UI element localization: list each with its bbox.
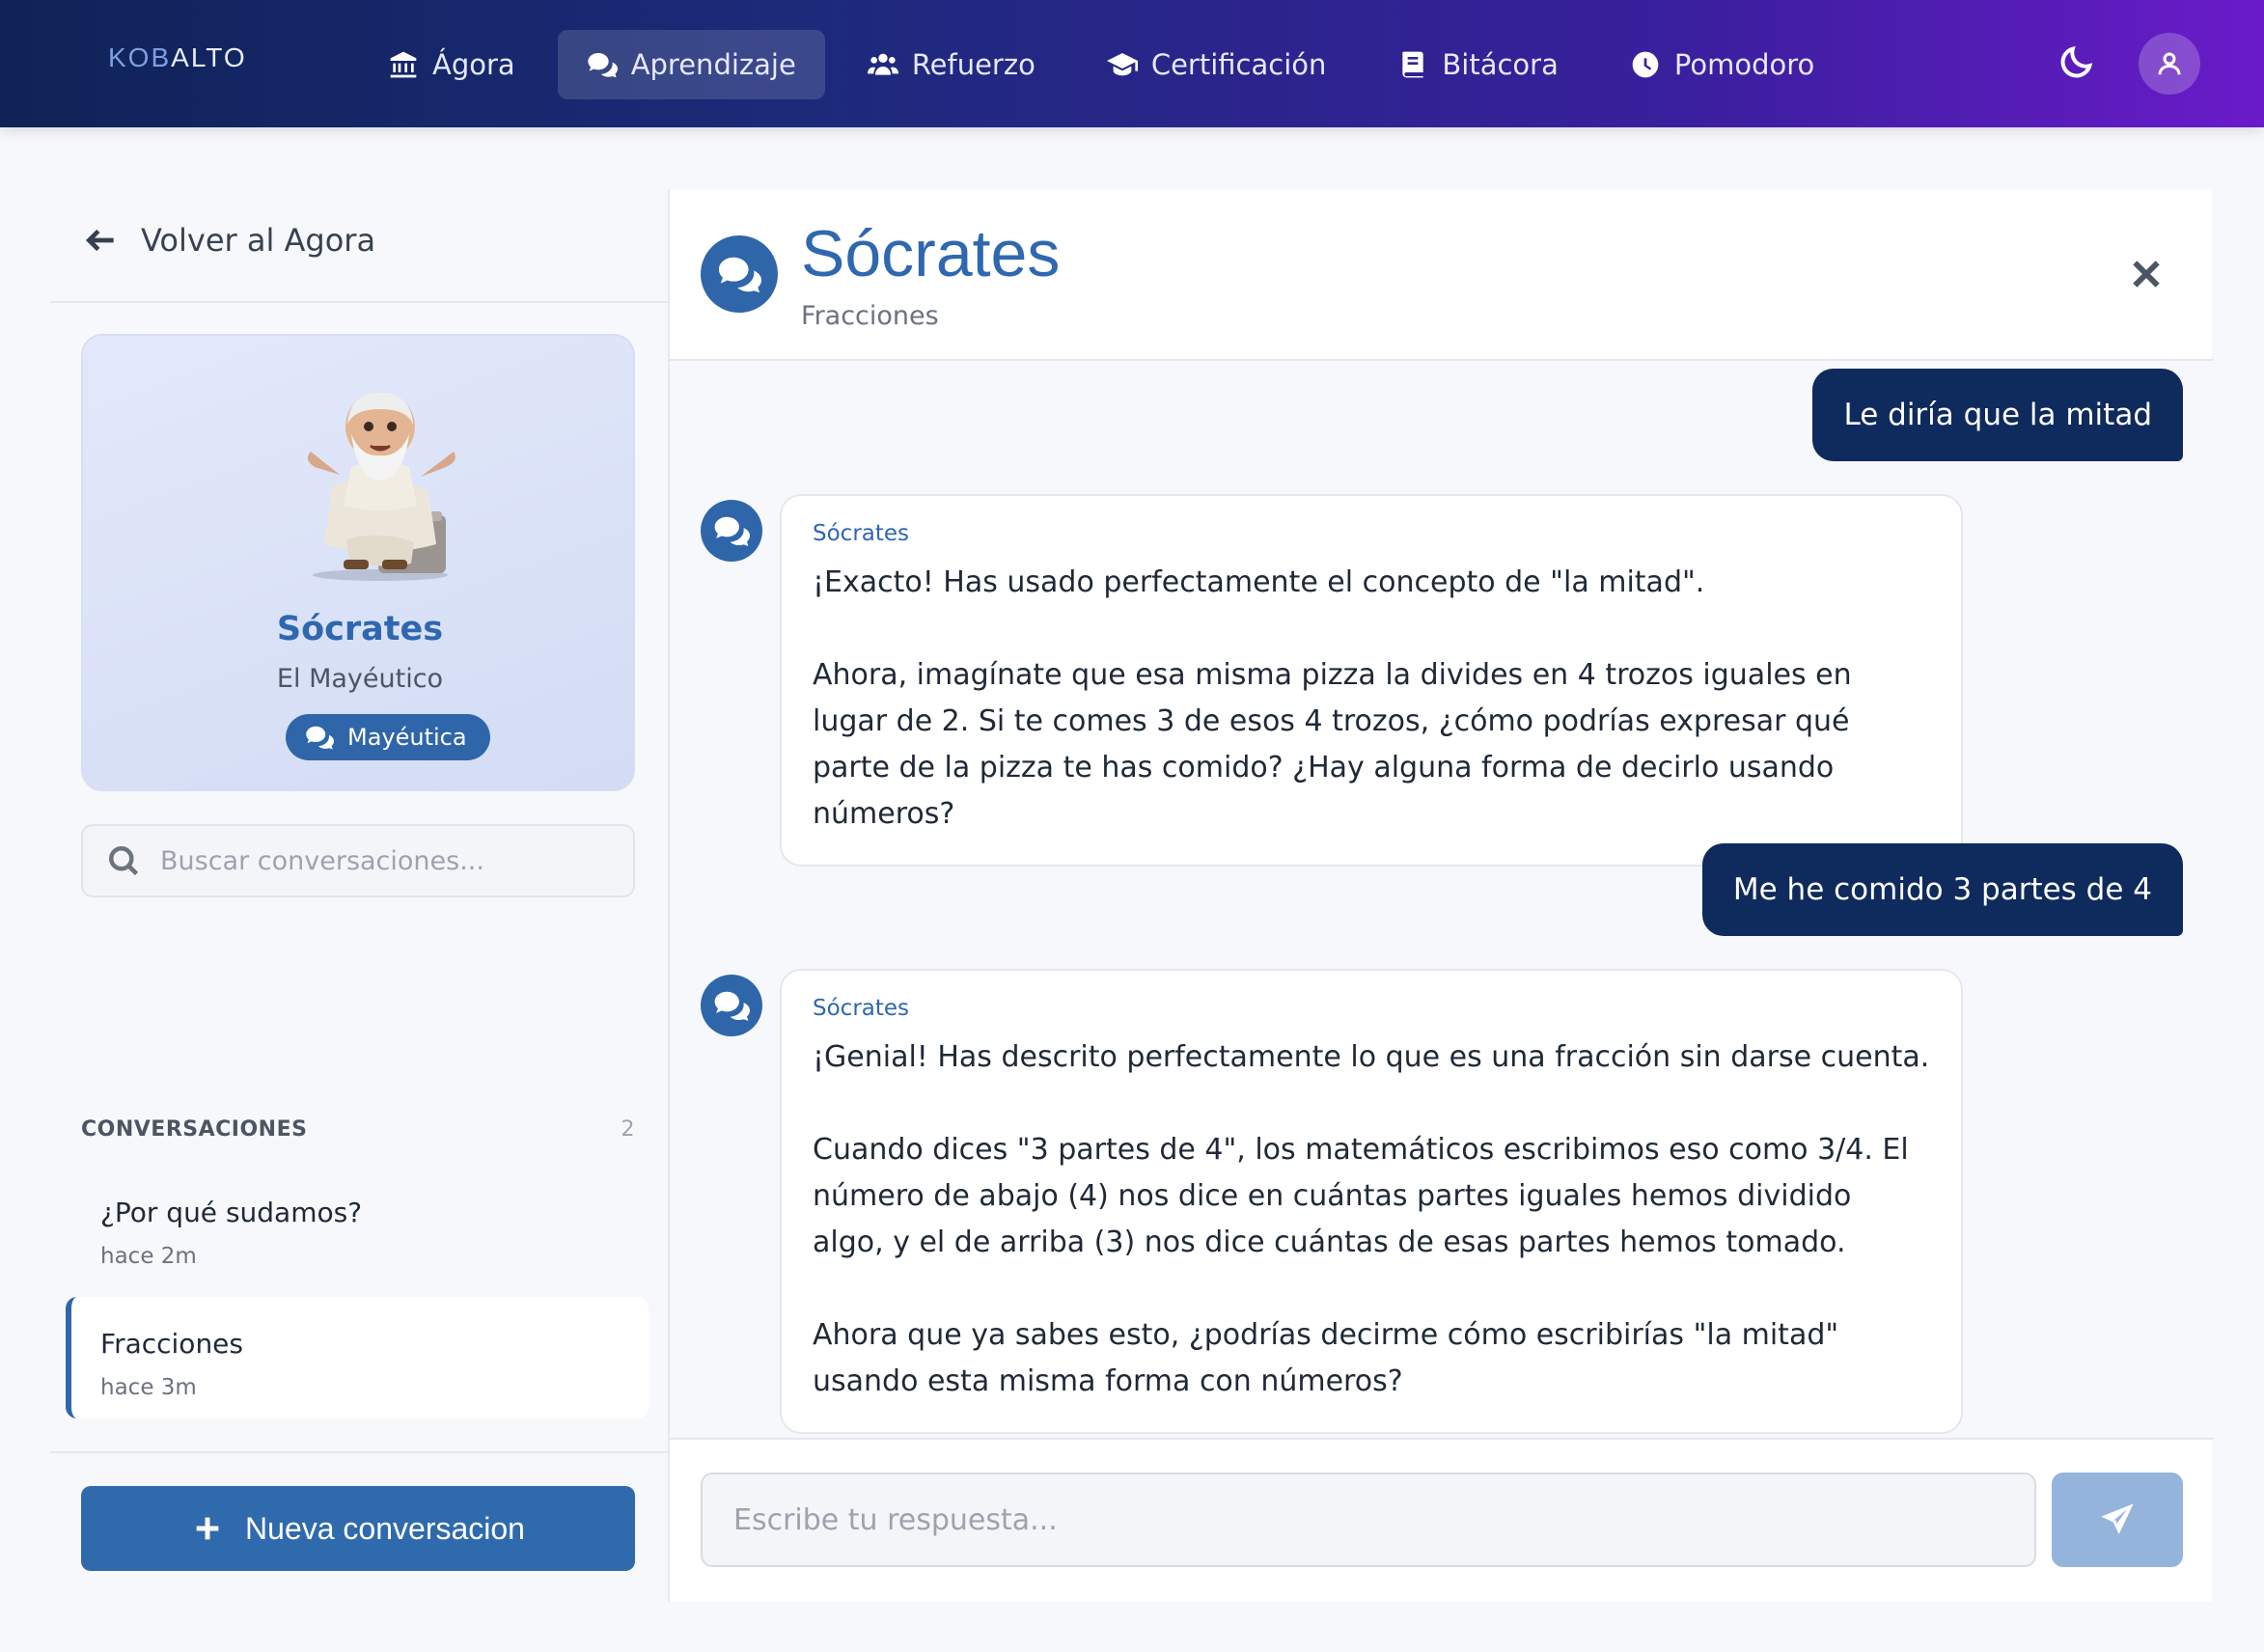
new-conversation-button[interactable]: Nueva conversacion (81, 1486, 635, 1571)
close-chat-button[interactable] (2127, 255, 2166, 293)
tutor-avatar (701, 500, 762, 562)
user-message: Le diría que la mitad (1812, 369, 2183, 461)
nav-item-label: Aprendizaje (630, 48, 796, 81)
chat-footer-divider (670, 1438, 2214, 1440)
brand-logo[interactable]: KOBALTO (108, 42, 247, 73)
tutor-subtitle: El Mayéutico (276, 664, 444, 694)
bot-message-bubble: Sócrates ¡Exacto! Has usado perfectament… (780, 494, 1963, 867)
nav-item-label: Certificación (1150, 48, 1327, 81)
dark-mode-toggle[interactable] (2057, 42, 2096, 85)
conversations-header-label: CONVERSACIONES (81, 1117, 308, 1142)
conversation-time: hace 3m (100, 1375, 197, 1400)
send-button[interactable] (2052, 1473, 2183, 1567)
clock-icon (1632, 51, 1659, 78)
chat-bubbles-icon (714, 991, 750, 1021)
chat-bubbles-icon (714, 516, 750, 546)
plus-icon (196, 1517, 219, 1540)
chat-bubbles-icon (306, 726, 334, 750)
bot-message-paragraph: Cuando dices "3 partes de 4", los matemá… (813, 1133, 1909, 1259)
user-menu-button[interactable] (2139, 33, 2200, 95)
conversation-item-active[interactable]: Fracciones hace 3m (66, 1297, 649, 1418)
top-navbar: KOBALTO Ágora Aprendizaje Refuerzo Certi… (0, 0, 2264, 127)
sidebar-divider (50, 1451, 668, 1453)
chat-title: Sócrates (801, 217, 1061, 290)
chat-bubbles-icon (718, 257, 761, 293)
nav-item-label: Ágora (432, 48, 515, 81)
tutor-avatar (701, 975, 762, 1036)
user-message-text: Le diría que la mitad (1843, 398, 2152, 432)
top-right-actions (2057, 33, 2200, 95)
main-nav: Ágora Aprendizaje Refuerzo Certificación… (359, 30, 1857, 99)
back-link-label: Volver al Agora (141, 222, 376, 259)
conversations-count: 2 (621, 1117, 635, 1142)
bot-message-paragraph: Ahora que ya sabes esto, ¿podrías decirm… (813, 1318, 1839, 1398)
conversation-search (81, 824, 635, 897)
nav-item-aprendizaje[interactable]: Aprendizaje (557, 30, 825, 99)
conversation-time: hace 2m (100, 1244, 197, 1269)
message-list[interactable]: Le diría que la mitad Sócrates ¡Exacto! … (670, 361, 2214, 1438)
user-message: Me he comido 3 partes de 4 (1701, 843, 2183, 936)
back-to-agora-link[interactable]: Volver al Agora (83, 222, 375, 259)
reply-input[interactable] (701, 1473, 2036, 1567)
chat-bubbles-icon (588, 53, 618, 78)
bot-message-sender: Sócrates (813, 996, 910, 1021)
user-icon (2158, 52, 2181, 75)
tutor-method-badge: Mayéutica (286, 714, 490, 760)
nav-item-label: Pomodoro (1673, 48, 1815, 81)
landmark-icon (390, 51, 417, 78)
book-icon (1402, 51, 1424, 78)
user-message-text: Me he comido 3 partes de 4 (1732, 872, 2152, 907)
bot-message-text: ¡Genial! Has descrito perfectamente lo q… (813, 1034, 1930, 1405)
chat-subtitle: Fracciones (801, 301, 939, 331)
brand-logo-prefix: KOB (108, 42, 172, 72)
nav-item-refuerzo[interactable]: Refuerzo (839, 30, 1064, 99)
arrow-left-icon (85, 229, 114, 252)
conversations-header: CONVERSACIONES 2 (81, 1117, 635, 1142)
new-conversation-label: Nueva conversacion (245, 1510, 525, 1546)
conversation-title: Fracciones (100, 1328, 243, 1360)
bot-message-text: ¡Exacto! Has usado perfectamente el conc… (813, 560, 1930, 838)
bot-message-bubble: Sócrates ¡Genial! Has descrito perfectam… (780, 969, 1963, 1434)
brand-logo-rest: ALTO (171, 42, 247, 72)
search-icon (109, 846, 139, 876)
send-icon (2101, 1503, 2134, 1534)
socrates-figure (307, 392, 456, 581)
close-icon (2133, 261, 2160, 288)
nav-item-bitacora[interactable]: Bitácora (1368, 30, 1587, 99)
tutor-avatar (701, 235, 778, 313)
tutor-badge-label: Mayéutica (347, 724, 467, 751)
sidebar-divider (50, 301, 668, 303)
chat-panel: Sócrates Fracciones Le diría que la mita… (668, 189, 2214, 1602)
nav-item-agora[interactable]: Ágora (359, 30, 544, 99)
search-input[interactable] (160, 845, 623, 876)
bot-message-paragraph: Ahora, imagínate que esa misma pizza la … (813, 658, 1852, 831)
graduation-cap-icon (1106, 53, 1138, 76)
bot-message-paragraph: ¡Exacto! Has usado perfectamente el conc… (813, 565, 1705, 599)
sidebar: Volver al Agora Sócrates El Mayéutico Ma… (50, 189, 668, 1602)
moon-icon (2060, 45, 2093, 78)
tutor-name: Sócrates (276, 610, 444, 648)
tutor-card: Sócrates El Mayéutico Mayéutica (81, 334, 635, 791)
nav-item-pomodoro[interactable]: Pomodoro (1601, 30, 1843, 99)
nav-item-certificacion[interactable]: Certificación (1078, 30, 1356, 99)
conversation-item[interactable]: ¿Por qué sudamos? hace 2m (66, 1166, 649, 1287)
users-icon (867, 53, 898, 75)
conversation-title: ¿Por qué sudamos? (100, 1197, 363, 1228)
nav-item-label: Refuerzo (911, 48, 1035, 81)
nav-item-label: Bitácora (1442, 48, 1559, 81)
bot-message-sender: Sócrates (813, 521, 910, 546)
bot-message-paragraph: ¡Genial! Has descrito perfectamente lo q… (813, 1040, 1930, 1074)
